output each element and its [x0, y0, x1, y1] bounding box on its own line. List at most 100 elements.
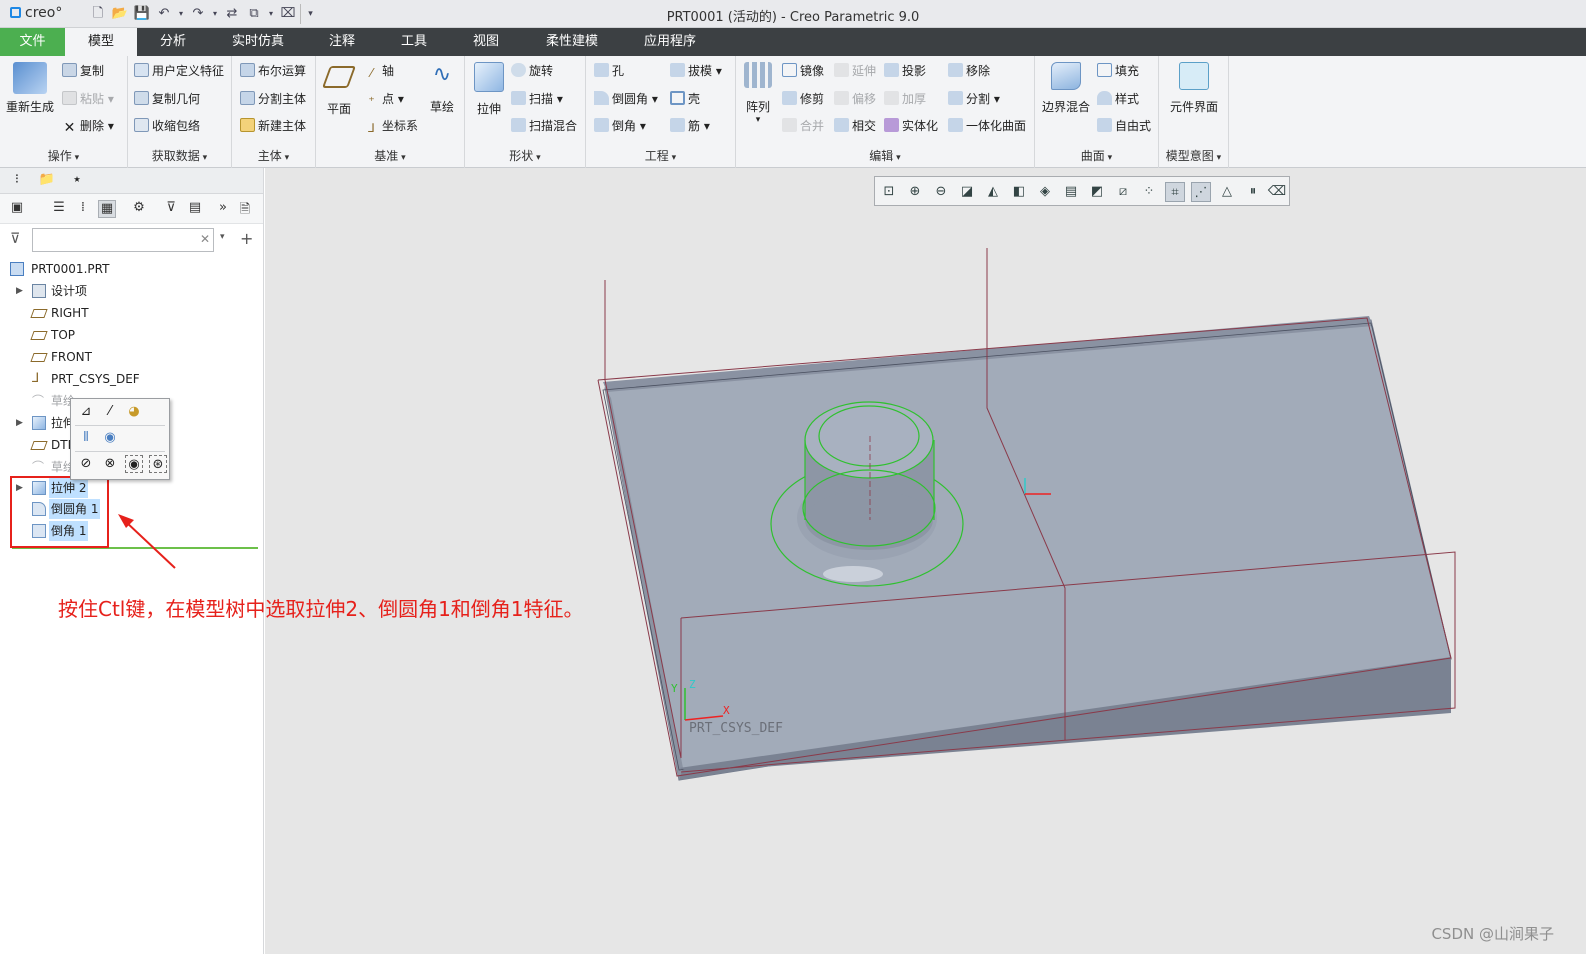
plane-display-icon[interactable]: ⧄ [1113, 182, 1133, 202]
graphics-area[interactable]: Y Z X PRT_CSYS_DEF [265, 168, 1586, 954]
hole-button[interactable]: 孔 [594, 62, 624, 80]
rib-button[interactable]: 筋 ▾ [670, 117, 710, 135]
point-button[interactable]: ⁺ 点 ▾ [364, 90, 404, 108]
suppress-icon[interactable]: ⊗ [101, 455, 119, 473]
thicken-button[interactable]: 加厚 [884, 90, 926, 108]
hide-icon[interactable]: ⊘ [77, 455, 95, 473]
group-label-get-data[interactable]: 获取数据 [128, 147, 231, 164]
group-label-datum[interactable]: 基准 [316, 147, 464, 164]
tab-file[interactable]: 文件 [0, 28, 65, 56]
tab-analysis[interactable]: 分析 [143, 28, 203, 56]
paste-button[interactable]: 粘贴 ▾ [62, 90, 114, 108]
clear-search-icon[interactable]: ✕ [200, 232, 210, 246]
point-display-icon[interactable]: ⋰ [1191, 182, 1211, 202]
udf-button[interactable]: 用户定义特征 [134, 62, 224, 80]
axis-button[interactable]: ⁄ 轴 [364, 62, 394, 80]
tab-flexible-modeling[interactable]: 柔性建模 [532, 28, 612, 56]
refit-icon[interactable]: ⊡ [879, 182, 899, 202]
solidify-button[interactable]: 实体化 [884, 117, 938, 135]
notes-icon[interactable]: 🗎 [236, 200, 254, 218]
add-filter-icon[interactable]: + [240, 229, 253, 248]
tab-model[interactable]: 模型 [65, 28, 137, 56]
sketch-button[interactable]: ∿ 草绘 [424, 62, 460, 115]
filter-tree-icon[interactable]: ⊽ [162, 200, 180, 218]
zoom-out-icon[interactable]: ⊖ [931, 182, 951, 202]
edit-references-icon[interactable]: ⁄ [101, 403, 119, 421]
tree-item-right[interactable]: RIGHT [0, 303, 263, 323]
sweep-button[interactable]: 扫描 ▾ [511, 90, 563, 108]
show-icon[interactable]: ◉ [125, 455, 143, 473]
expand-arrow-icon[interactable]: ▶ [16, 413, 23, 433]
draft-button[interactable]: 拔模 ▾ [670, 62, 722, 80]
component-interface-button[interactable]: 元件界面 [1163, 62, 1225, 115]
expand-arrow-icon[interactable]: ▶ [16, 281, 23, 301]
swept-blend-button[interactable]: 扫描混合 [511, 117, 577, 135]
annotation-display-icon[interactable]: △ [1217, 182, 1237, 202]
tab-live-simulation[interactable]: 实时仿真 [218, 28, 298, 56]
revolve-button[interactable]: 旋转 [511, 62, 553, 80]
spin-center-icon[interactable]: ⌫ [1267, 182, 1287, 202]
tree-item-front[interactable]: FRONT [0, 347, 263, 367]
csys-button[interactable]: ⅃ 坐标系 [364, 117, 418, 135]
freestyle-button[interactable]: 自由式 [1097, 117, 1151, 135]
pattern-button[interactable]: 阵列 ▾ [740, 62, 776, 125]
tree-item-part[interactable]: PRT0001.PRT [0, 259, 263, 279]
group-label-surfaces[interactable]: 曲面 [1035, 147, 1158, 164]
show-icon[interactable]: ▣ [8, 200, 26, 218]
extrude-button[interactable]: 拉伸 [471, 62, 507, 117]
group-label-editing[interactable]: 编辑 [736, 147, 1034, 164]
style-button[interactable]: 样式 [1097, 90, 1139, 108]
merge-button[interactable]: 合并 [782, 117, 824, 135]
folder-browser-tab-icon[interactable]: 📁 [38, 172, 56, 190]
model-viewport[interactable]: Y Z X PRT_CSYS_DEF [265, 168, 1586, 954]
group-label-body[interactable]: 主体 [232, 147, 315, 164]
unify-surface-button[interactable]: 一体化曲面 [948, 117, 1026, 135]
new-body-button[interactable]: 新建主体 [240, 117, 306, 135]
intersect-button[interactable]: 相交 [834, 117, 876, 135]
settings-icon[interactable]: ⚙ [130, 200, 148, 218]
trim-button[interactable]: 修剪 [782, 90, 824, 108]
regenerate-button[interactable]: 重新生成 [4, 62, 56, 115]
section-icon[interactable]: ◩ [1087, 182, 1107, 202]
extend-button[interactable]: 延伸 [834, 62, 876, 80]
search-input[interactable] [32, 228, 214, 252]
copy-button[interactable]: 复制 [62, 62, 104, 80]
model-tree-tab-icon[interactable]: ⁝ [8, 172, 26, 190]
remove-button[interactable]: 移除 [948, 62, 990, 80]
group-label-model-intent[interactable]: 模型意图 [1159, 147, 1228, 164]
group-label-operations[interactable]: 操作 [0, 147, 127, 164]
csys-display-icon[interactable]: ⌗ [1165, 182, 1185, 202]
tab-tools[interactable]: 工具 [384, 28, 444, 56]
perspective-icon[interactable]: ◭ [983, 182, 1003, 202]
appearance-icon[interactable]: ◕ [125, 403, 143, 421]
project-button[interactable]: 投影 [884, 62, 926, 80]
pause-icon[interactable]: ⏸ [1243, 182, 1263, 202]
shell-button[interactable]: 壳 [670, 90, 700, 108]
fill-button[interactable]: 填充 [1097, 62, 1139, 80]
plane-button[interactable]: 平面 [320, 62, 358, 117]
tree-list-icon[interactable]: ☰ [50, 200, 68, 218]
tree-item-design-items[interactable]: ▶ 设计项 [0, 281, 263, 301]
tree-item-csys[interactable]: ⅃ PRT_CSYS_DEF [0, 369, 263, 389]
repaint-icon[interactable]: ◪ [957, 182, 977, 202]
zoom-in-icon[interactable]: ⊕ [905, 182, 925, 202]
saved-views-icon[interactable]: ◈ [1035, 182, 1055, 202]
tree-columns-icon[interactable]: ⁞ [74, 200, 92, 218]
search-dropdown-icon[interactable]: ▾ [220, 232, 225, 242]
tab-annotate[interactable]: 注释 [312, 28, 372, 56]
group-label-engineering[interactable]: 工程 [586, 147, 735, 164]
axis-display-icon[interactable]: ⁘ [1139, 182, 1159, 202]
display-style-icon[interactable]: ◧ [1009, 182, 1029, 202]
favorites-tab-icon[interactable]: ⭑ [68, 172, 86, 190]
split-button[interactable]: 分割 ▾ [948, 90, 1000, 108]
offset-button[interactable]: 偏移 [834, 90, 876, 108]
shrinkwrap-button[interactable]: 收缩包络 [134, 117, 200, 135]
delete-button[interactable]: ✕ 删除 ▾ [62, 117, 114, 135]
view-manager-icon[interactable]: ▤ [1061, 182, 1081, 202]
mirror-icon[interactable]: ⫴ [77, 429, 95, 447]
chamfer-button[interactable]: 倒角 ▾ [594, 117, 646, 135]
round-button[interactable]: 倒圆角 ▾ [594, 90, 658, 108]
group-icon[interactable]: ◉ [101, 429, 119, 447]
mirror-button[interactable]: 镜像 [782, 62, 824, 80]
boundary-blend-button[interactable]: 边界混合 [1039, 62, 1093, 115]
